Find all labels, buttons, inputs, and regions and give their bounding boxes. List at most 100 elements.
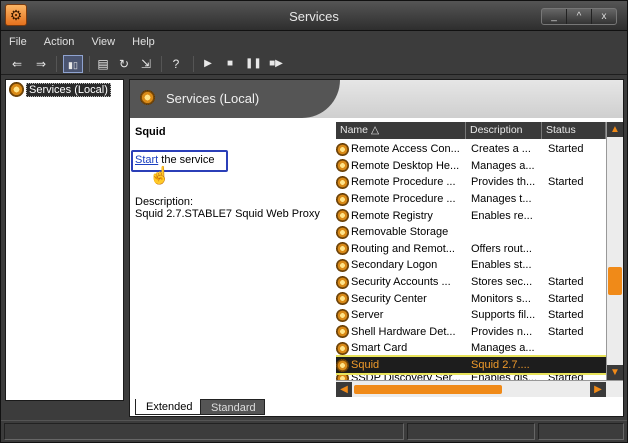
start-link-suffix: the service: [158, 154, 215, 166]
cell-name: Server: [336, 308, 468, 322]
cell-description: Monitors s...: [471, 292, 531, 305]
table-row[interactable]: Remote Access Con... Creates a ... Started: [336, 141, 606, 158]
cell-name: Remote Registry: [336, 209, 468, 223]
service-gear-icon: [336, 358, 349, 372]
tab-standard[interactable]: Standard: [200, 399, 265, 415]
pause-service-icon[interactable]: ❚❚: [245, 55, 262, 73]
cell-status: Started: [548, 325, 584, 338]
service-gear-icon: [336, 275, 349, 289]
service-name-text: Routing and Remot...: [351, 242, 455, 255]
table-row[interactable]: Security Center Monitors s... Started: [336, 290, 606, 307]
horizontal-scroll-thumb[interactable]: [354, 385, 502, 394]
forward-arrow-icon[interactable]: ⇒: [33, 55, 49, 73]
start-service-icon[interactable]: ▶: [201, 55, 215, 73]
table-row[interactable]: Remote Procedure ... Manages t...: [336, 191, 606, 208]
properties-icon[interactable]: ▤: [94, 55, 112, 73]
table-row[interactable]: Smart Card Manages a...: [336, 340, 606, 357]
column-name-label: Name: [340, 124, 369, 136]
table-row[interactable]: Remote Desktop He... Manages a...: [336, 158, 606, 175]
service-gear-icon: [336, 258, 349, 272]
service-gear-icon: [336, 341, 349, 355]
menu-view[interactable]: View: [83, 32, 121, 48]
refresh-icon[interactable]: ↻: [115, 55, 133, 73]
cell-description: Enables re...: [471, 209, 533, 222]
column-header-name[interactable]: Name △: [336, 122, 466, 139]
cell-status: Started: [548, 143, 584, 156]
list-rows: Remote Access Con... Creates a ... Started…: [336, 141, 608, 384]
cell-status: Started: [548, 276, 584, 289]
service-gear-icon: [336, 159, 349, 173]
table-row[interactable]: Routing and Remot... Offers rout...: [336, 241, 606, 258]
console-tree: Services (Local): [5, 79, 124, 401]
cell-name: Remote Procedure ...: [336, 175, 468, 189]
vertical-scroll-thumb[interactable]: [608, 267, 622, 295]
scroll-left-icon[interactable]: ◀: [336, 382, 352, 397]
service-name-text: Server: [351, 309, 384, 322]
minimize-icon[interactable]: _: [542, 9, 567, 24]
cell-description: Creates a ...: [471, 143, 531, 156]
pane-title: Services (Local): [166, 91, 260, 106]
service-name-text: Security Accounts ...: [351, 276, 451, 289]
table-row[interactable]: Server Supports fil... Started: [336, 307, 606, 324]
service-gear-icon: [336, 292, 349, 306]
table-row[interactable]: Secondary Logon Enables st...: [336, 257, 606, 274]
service-name-text: Security Center: [351, 292, 427, 305]
table-row[interactable]: Remote Registry Enables re...: [336, 207, 606, 224]
services-list: Name △ Description Status Remote Access …: [336, 122, 623, 397]
tab-extended[interactable]: Extended: [135, 399, 202, 415]
table-row[interactable]: Squid Squid 2.7....: [336, 354, 608, 376]
cell-description: Manages a...: [471, 159, 535, 172]
restart-service-icon[interactable]: ■▶: [267, 55, 285, 73]
horizontal-scrollbar[interactable]: ◀ ▶: [336, 380, 623, 397]
scroll-down-icon[interactable]: ▼: [607, 365, 623, 380]
cell-name: Squid: [336, 358, 468, 372]
service-gear-icon: [336, 142, 349, 156]
table-row[interactable]: Shell Hardware Det... Provides n... Starte…: [336, 324, 606, 341]
help-icon[interactable]: ?: [167, 55, 185, 73]
cell-description: Manages a...: [471, 342, 535, 355]
export-list-icon[interactable]: ⇲: [137, 55, 155, 73]
table-row[interactable]: Removable Storage: [336, 224, 606, 241]
toolbar: ⇐ ⇒ ▮▯ ▤ ↻ ⇲ ? ▶ ■ ❚❚ ■▶: [1, 53, 627, 75]
table-row[interactable]: Remote Procedure ... Provides th... Starte…: [336, 174, 606, 191]
menu-help[interactable]: Help: [124, 32, 161, 48]
description-value: Squid 2.7.STABLE7 Squid Web Proxy: [135, 208, 320, 220]
menu-action[interactable]: Action: [36, 32, 81, 48]
tree-item-services-local[interactable]: Services (Local): [9, 82, 111, 97]
view-tabs: Extended Standard: [130, 399, 623, 416]
vertical-scrollbar[interactable]: ▲ ▼: [606, 122, 623, 380]
back-arrow-icon[interactable]: ⇐: [9, 55, 25, 73]
title-bar[interactable]: ⚙ Services _ ^ x: [1, 1, 627, 31]
service-gear-icon: [336, 308, 349, 322]
column-header-description[interactable]: Description: [466, 122, 542, 139]
services-gear-icon: [9, 82, 24, 97]
table-row[interactable]: Security Accounts ... Stores sec... Starte…: [336, 274, 606, 291]
details-pane: Services (Local) Squid Start the service…: [129, 79, 624, 417]
cell-status: Started: [548, 309, 584, 322]
cell-name: Shell Hardware Det...: [336, 325, 468, 339]
maximize-icon[interactable]: ^: [567, 9, 592, 24]
stop-service-icon[interactable]: ■: [223, 55, 237, 73]
column-header-status[interactable]: Status: [542, 122, 606, 139]
service-name-text: Remote Registry: [351, 209, 433, 222]
service-name-text: Remote Desktop He...: [351, 159, 460, 172]
show-hide-console-tree-icon[interactable]: ▮▯: [63, 55, 83, 73]
scroll-right-icon[interactable]: ▶: [590, 382, 606, 397]
service-name-text: Shell Hardware Det...: [351, 325, 456, 338]
service-gear-icon: [336, 325, 349, 339]
status-segment: [407, 423, 535, 440]
start-link-text[interactable]: Start: [135, 154, 158, 166]
service-gear-icon: [336, 209, 349, 223]
cell-description: Manages t...: [471, 193, 532, 206]
close-icon[interactable]: x: [592, 9, 616, 24]
service-gear-icon: [336, 175, 349, 189]
window-controls: _ ^ x: [541, 8, 617, 25]
scroll-up-icon[interactable]: ▲: [607, 122, 623, 137]
service-detail: Squid Start the service ☝ Description: S…: [131, 126, 330, 220]
service-name-text: Smart Card: [351, 342, 408, 355]
menu-file[interactable]: File: [1, 32, 33, 48]
cell-name: Remote Desktop He...: [336, 159, 468, 173]
service-name-text: Secondary Logon: [351, 259, 438, 272]
cell-name: Removable Storage: [336, 225, 468, 239]
start-service-link[interactable]: Start the service: [135, 154, 214, 166]
